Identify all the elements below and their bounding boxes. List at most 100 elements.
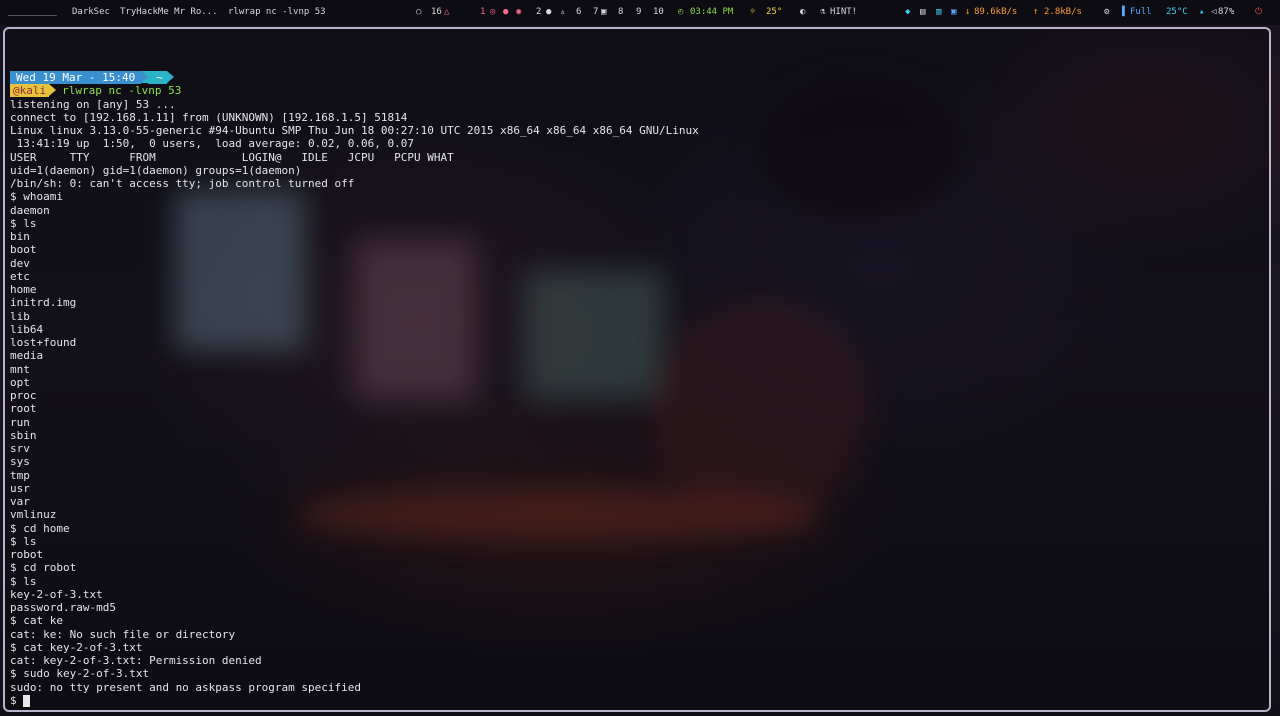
clock-icon: ◴ [678,7,684,17]
terminal-line: connect to [192.168.1.11] from (UNKNOWN)… [10,110,408,124]
workspace-6[interactable]: 6 [576,7,581,17]
app-icon: ● [546,7,552,17]
powerline-separator [166,71,174,83]
shell-prompt: $ [10,693,24,707]
terminal-output-lines: listening on [any] 53 ... connect to [192… [10,98,1265,694]
notification-count: 16 [431,7,442,17]
terminal-line: $ cd robot [10,561,77,575]
terminal-line: root [10,402,37,416]
tray-icon[interactable]: ▤ [920,7,925,17]
app-icon: ◎ [490,7,496,17]
terminal-line: $ sudo key-2-of-3.txt [10,667,150,681]
bell-icon[interactable]: △ [444,7,449,17]
terminal-line: dev [10,256,30,270]
power-icon[interactable]: ⏻ [1255,7,1262,17]
clock[interactable]: 03:44 PM [690,7,733,17]
tray-icon[interactable]: ▥ [936,7,941,17]
terminal-line: opt [10,375,30,389]
terminal-line: lib64 [10,322,44,336]
terminal-line: $ ls [10,574,37,588]
discord-tray-icon[interactable]: ▣ [951,7,956,17]
workspace-8[interactable]: 8 [618,7,623,17]
discord-icon: ▣ [601,7,607,17]
terminal-line: var [10,495,30,508]
prompt-dir: ~ [148,71,167,84]
terminal-line: $ whoami [10,190,63,204]
weather-temp: 25° [766,7,783,17]
terminal-line: password.raw-md5 [10,601,116,614]
terminal-window[interactable]: Wed 19 Mar - 15:40 ~ @kali rlwrap nc -lvnp… [3,27,1271,712]
terminal-line: robot [10,548,44,561]
cpu-temp: 25°C [1166,7,1188,17]
terminal-cursor [23,694,31,707]
prompt-command-line: @kali rlwrap nc -lvnp 53 [10,84,1265,98]
battery-status: Full [1130,7,1152,17]
terminal-line: usr [10,481,30,495]
workspace-7[interactable]: 7 [593,7,598,17]
upload-icon: ↑ [1033,7,1039,17]
tray-icon[interactable]: ◆ [905,7,910,17]
app-icon: ▵ [560,7,566,17]
eye-off-icon[interactable]: ◐ [800,7,805,17]
terminal-line: sbin [10,428,37,442]
terminal-line: mnt [10,362,30,376]
volume-icon[interactable]: ◁ [1211,7,1216,17]
workspace-9[interactable]: 9 [636,7,641,17]
settings-icon[interactable]: ⚙ [1104,7,1109,17]
temp-icon: ▴ [1199,7,1205,17]
powerline-separator [49,84,57,97]
terminal-line: initrd.img [10,296,77,310]
net-up-speed: 2.8kB/s [1044,7,1082,17]
prompt-command: rlwrap nc -lvnp 53 [62,84,182,98]
window-title-darksec[interactable]: DarkSec [72,7,110,17]
terminal-line: tmp [10,468,30,482]
terminal-line: daemon [10,203,50,217]
workspace-1[interactable]: 1 [480,7,485,17]
app-icon: ◉ [516,7,522,17]
terminal-line: $ cat key-2-of-3.txt [10,640,143,654]
terminal-line: listening on [any] 53 ... [10,97,176,111]
battery-icon: ▌ [1122,7,1128,17]
prompt-header: Wed 19 Mar - 15:40 ~ [10,71,1265,84]
net-down-speed: 89.6kB/s [974,7,1018,17]
app-icon: ● [503,7,509,17]
terminal-line: Linux linux 3.13.0-55-generic #94-Ubuntu… [10,124,699,137]
terminal-line: key-2-of-3.txt [10,587,103,601]
hint-label[interactable]: HINT! [830,7,857,17]
terminal-line: lost+found [10,336,77,349]
volume-level: 87% [1218,7,1235,17]
terminal-line: boot [10,243,37,257]
terminal-line: etc [10,269,30,283]
terminal-line: $ cd home [10,521,70,535]
window-title-tryhackme[interactable]: TryHackMe Mr Ro... [120,7,218,17]
notification-icon[interactable]: ○ [416,7,421,17]
terminal-line: $ cat ke [10,614,63,628]
top-status-bar: _________ DarkSec TryHackMe Mr Ro... rlw… [0,0,1280,25]
terminal-line: bin [10,230,30,243]
terminal-line: proc [10,389,37,402]
terminal-line: USER TTY FROM LOGIN@ IDLE JCPU PCPU WHAT [10,150,454,164]
window-title-terminal[interactable]: rlwrap nc -lvnp 53 [228,7,326,17]
prompt-user: @kali [10,84,50,98]
prompt-date: Wed 19 Mar - 15:40 [10,71,142,84]
terminal-line: vmlinuz [10,508,57,522]
workspace-10[interactable]: 10 [653,7,664,17]
terminal-line: uid=1(daemon) gid=1(daemon) groups=1(dae… [10,163,302,177]
terminal-line: srv [10,442,30,455]
terminal-line: /bin/sh: 0: can't access tty; job contro… [10,177,355,190]
current-prompt-line[interactable]: $ [10,694,1265,707]
launcher-dash[interactable]: _________ [8,7,57,17]
hint-icon: ⚗ [820,7,826,17]
terminal-line: cat: ke: No such file or directory [10,627,236,641]
sun-icon: ☼ [750,7,756,17]
terminal-line: run [10,415,30,429]
terminal-line: sudo: no tty present and no askpass prog… [10,680,361,694]
download-icon: ↓ [965,7,971,17]
terminal-line: sys [10,455,30,469]
terminal-line: lib [10,309,30,323]
terminal-line: media [10,349,44,363]
terminal-output[interactable]: Wed 19 Mar - 15:40 ~ @kali rlwrap nc -lvnp… [10,71,1265,710]
workspace-2[interactable]: 2 [536,7,541,17]
terminal-line: home [10,283,37,296]
terminal-line: $ ls [10,534,37,548]
